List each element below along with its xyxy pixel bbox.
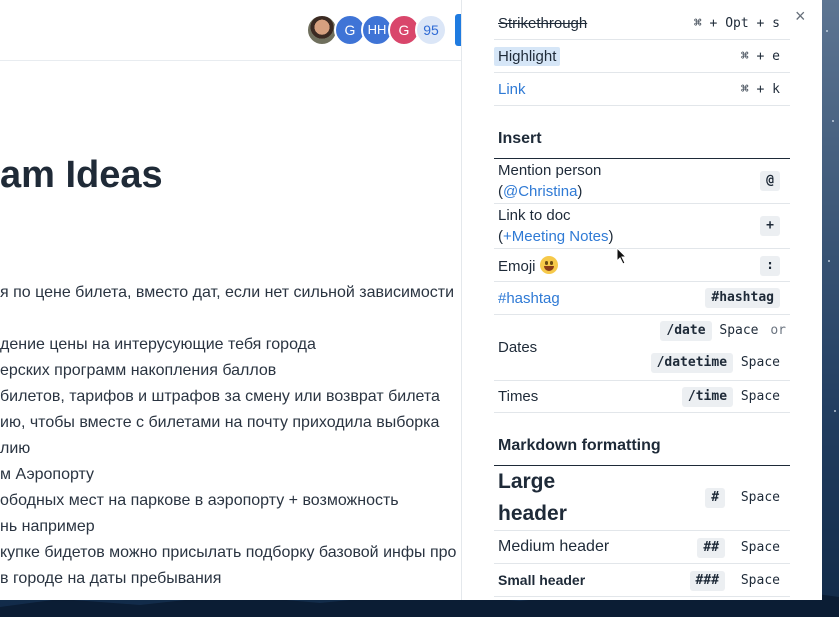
- doc-line: ободных мест на паркове в аэропорту + во…: [0, 492, 399, 509]
- doc-line: в городе на даты пребывания: [0, 570, 222, 587]
- insert-row-mention: Mention person (@Christina) @: [494, 159, 790, 204]
- star: [828, 260, 830, 262]
- doc-line: дение цены на интерусующие тебя города: [0, 336, 316, 353]
- times-label: Times: [498, 388, 539, 405]
- hashtag-label: #hashtag: [498, 290, 560, 307]
- mention-example: (@Christina): [498, 183, 583, 200]
- space-key: Space: [719, 323, 759, 338]
- medium-header-label: Medium header: [498, 538, 610, 555]
- insert-row-dates: Dates /date Space or /datetime Space: [494, 315, 790, 381]
- shortcut-label: Strikethrough: [498, 15, 588, 32]
- close-icon[interactable]: ×: [795, 6, 806, 27]
- doc-line: ерских программ накопления баллов: [0, 362, 277, 379]
- doc-line: купке бидетов можно присылать подборку б…: [0, 544, 457, 561]
- time-code: /time: [681, 387, 734, 407]
- link-doc-example: (+Meeting Notes): [498, 228, 614, 245]
- insert-row-hashtag: #hashtag #hashtag: [494, 282, 790, 315]
- date-code: /date: [660, 321, 712, 341]
- doc-header-bar: G HH G 95: [0, 0, 461, 61]
- shortcut-row-strikethrough: Strikethrough ⌘ + Opt + s: [494, 6, 790, 40]
- insert-row-emoji: Emoji :: [494, 249, 790, 282]
- small-header-key: ###: [689, 571, 726, 591]
- shortcut-row-link: Link ⌘ + k: [494, 73, 790, 106]
- space-key: Space: [740, 540, 780, 555]
- dates-label: Dates: [498, 339, 538, 356]
- or-text: or: [770, 323, 786, 338]
- small-header-label: Small header: [498, 572, 586, 588]
- link-doc-key: +: [760, 216, 780, 236]
- markdown-row-large-header: Large header # Space: [494, 466, 790, 531]
- large-header-key: #: [705, 488, 726, 508]
- star: [834, 410, 836, 412]
- shortcut-row-highlight: Highlight ⌘ + e: [494, 40, 790, 73]
- shortcut-label: Link: [498, 81, 526, 98]
- markdown-row-small-header: Small header ### Space: [494, 564, 790, 597]
- page-title: am Ideas: [0, 154, 163, 196]
- doc-line: ию, чтобы вместе с билетами на почту при…: [0, 414, 440, 431]
- hashtag-key: #hashtag: [705, 288, 780, 308]
- doc-line: лию: [0, 440, 31, 457]
- shortcut-keys: ⌘ + k: [740, 82, 780, 97]
- shortcut-label: Highlight: [494, 47, 561, 66]
- space-key: Space: [740, 389, 780, 404]
- smiley-emoji-icon: [539, 256, 558, 274]
- emoji-key: :: [760, 256, 780, 276]
- link-doc-example-link: +Meeting Notes: [503, 228, 609, 245]
- datetime-code: /datetime: [650, 353, 734, 373]
- shortcut-keys: ⌘ + Opt + s: [693, 16, 780, 31]
- app-window: G HH G 95 am Ideas я по цене билета, вме…: [0, 0, 822, 600]
- mention-example-link: @Christina: [503, 183, 578, 200]
- formatting-help-panel: × Strikethrough ⌘ + Opt + s Highlight ⌘ …: [461, 0, 822, 600]
- doc-line: нь например: [0, 518, 95, 535]
- more-collaborators-count[interactable]: 95: [415, 14, 447, 46]
- mention-label: Mention person: [498, 162, 602, 179]
- space-key: Space: [740, 355, 780, 370]
- large-header-label-2: header: [498, 502, 567, 525]
- emoji-label: Emoji: [498, 258, 536, 275]
- space-key: Space: [740, 573, 780, 588]
- mention-key: @: [760, 171, 780, 191]
- doc-line: м Аэропорту: [0, 466, 95, 483]
- link-doc-label: Link to doc: [498, 207, 571, 224]
- insert-row-link-doc: Link to doc (+Meeting Notes) +: [494, 204, 790, 249]
- document-pane: G HH G 95 am Ideas я по цене билета, вме…: [0, 0, 461, 600]
- star: [832, 120, 834, 122]
- shortcut-keys: ⌘ + e: [740, 49, 780, 64]
- medium-header-key: ##: [697, 538, 726, 558]
- doc-line: билетов, тарифов и штрафов за смену или …: [0, 388, 440, 405]
- star: [826, 30, 828, 32]
- section-heading-markdown: Markdown formatting: [494, 437, 790, 466]
- mouse-pointer-icon: [616, 247, 628, 265]
- markdown-row-medium-header: Medium header ## Space: [494, 531, 790, 564]
- insert-row-times: Times /time Space: [494, 381, 790, 413]
- doc-line: я по цене билета, вместо дат, если нет с…: [0, 284, 455, 301]
- large-header-label-1: Large: [498, 470, 556, 493]
- section-heading-insert: Insert: [494, 130, 790, 159]
- emoji-label-wrap: Emoji: [498, 256, 558, 275]
- space-key: Space: [740, 490, 780, 505]
